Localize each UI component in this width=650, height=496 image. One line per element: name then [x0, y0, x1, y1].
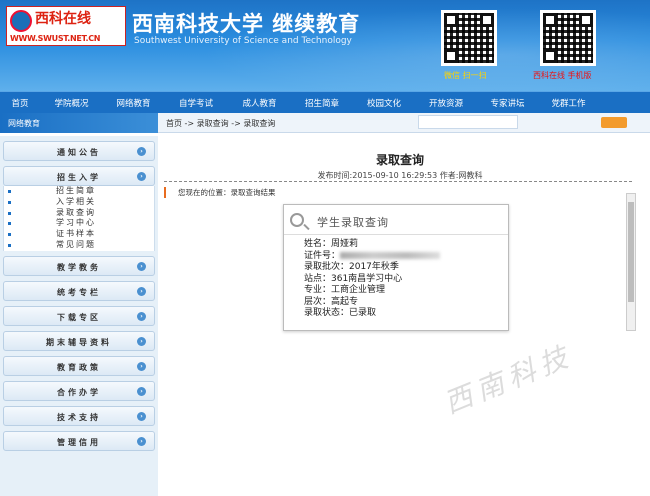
sidebar-menu-downloads[interactable]: 下载专区 ›: [3, 305, 155, 326]
nav-item-open-resources[interactable]: 开放资源: [415, 97, 477, 109]
sidebar-menu-label: 教学教务: [57, 262, 101, 272]
nav-item-adult-education[interactable]: 成人教育: [228, 97, 291, 109]
sidebar-item-label: 学习中心: [56, 218, 96, 228]
sidebar-menu-label: 通知公告: [57, 148, 101, 157]
admission-result-card: 学生录取查询 姓名：周娅莉 证件号： 录取批次：2017年秋季 站点：361南昌…: [283, 204, 509, 331]
sidebar-item-certificate-sample[interactable]: 证书样本: [4, 229, 154, 240]
bullet-icon: [8, 233, 11, 237]
site-header: 西科在线 WWW.SWUST.NET.CN 西南科技大学 继续教育 Southw…: [0, 0, 650, 91]
result-level: 层次：高起专: [304, 296, 359, 307]
chevron-right-icon: ›: [137, 147, 146, 156]
wechat-qr-code: [441, 10, 497, 66]
result-id-label: 证件号：: [304, 250, 341, 261]
result-site: 站点：361南昌学习中心: [304, 273, 403, 284]
sidebar-item-label: 录取查询: [56, 207, 96, 217]
logo-emblem-icon: [10, 10, 32, 32]
mobile-qr-code: [540, 10, 596, 66]
chevron-right-icon: ›: [137, 286, 146, 296]
sidebar-item-study-center[interactable]: 学习中心: [4, 218, 154, 229]
sidebar-item-entrance[interactable]: 入学相关: [4, 197, 154, 208]
redacted-id: [340, 251, 441, 259]
publish-info: 发布时间:2015-09-10 16:29:53 作者:网教科: [317, 171, 483, 180]
nav-item-online-education[interactable]: 网络教育: [103, 97, 164, 109]
sidebar-menu-enrollment[interactable]: 招生入学 ›: [3, 166, 155, 186]
bullet-icon: [8, 200, 11, 204]
sidebar: 通知公告 › 招生入学 › 招生简章 入学相关 录取查询 学习中心 证书样本 常见问…: [0, 136, 158, 496]
bullet-icon: [8, 243, 11, 247]
main-content: 录取查询 发布时间:2015-09-10 16:29:53 作者:网教科 您现在…: [160, 133, 640, 333]
content-scrollbar[interactable]: [626, 193, 636, 331]
logo-text: 西科在线: [35, 11, 91, 27]
sidebar-item-admission-guide[interactable]: 招生简章: [4, 186, 154, 197]
nav-item-expert-forum[interactable]: 专家讲坛: [477, 97, 538, 109]
logo-url: WWW.SWUST.NET.CN: [10, 34, 101, 43]
chevron-right-icon: ›: [137, 172, 146, 181]
chevron-right-icon: ›: [137, 261, 146, 271]
nav-item-self-study[interactable]: 自学考试: [164, 97, 228, 109]
sidebar-menu-cooperation[interactable]: 合作办学 ›: [3, 380, 155, 401]
sidebar-submenu-enrollment: 招生简章 入学相关 录取查询 学习中心 证书样本 常见问题: [3, 186, 155, 251]
sidebar-menu-label: 教育政策: [57, 362, 101, 372]
result-name: 姓名：周娅莉: [304, 239, 359, 249]
bullet-icon: [8, 211, 11, 215]
result-rows: 姓名：周娅莉 证件号： 录取批次：2017年秋季 站点：361南昌学习中心 专业…: [284, 235, 508, 320]
sidebar-menu-teaching[interactable]: 教学教务 ›: [3, 255, 155, 276]
sidebar-item-faq[interactable]: 常见问题: [4, 240, 154, 251]
sidebar-menu-label: 技术支持: [57, 412, 101, 422]
search-input[interactable]: [418, 115, 518, 129]
card-title: 学生录取查询: [317, 216, 389, 229]
sidebar-menu-label: 下载专区: [57, 312, 101, 322]
school-name-cn: 西南科技大学 继续教育: [132, 11, 361, 36]
sidebar-item-label: 入学相关: [56, 196, 96, 206]
nav-item-party-work[interactable]: 党群工作: [538, 97, 599, 109]
mobile-qr-caption: 西科在线 手机版: [533, 71, 592, 80]
sidebar-item-label: 招生简章: [56, 186, 96, 195]
search-button[interactable]: [601, 117, 627, 128]
sidebar-item-admission-query[interactable]: 录取查询: [4, 208, 154, 219]
result-status: 录取状态：已录取: [304, 308, 377, 318]
section-title: 网络教育: [0, 113, 158, 133]
sidebar-item-label: 证书样本: [56, 229, 96, 239]
sidebar-menu-education-policy[interactable]: 教育政策 ›: [3, 355, 155, 376]
scrollbar-thumb[interactable]: [628, 202, 634, 302]
chevron-right-icon: ›: [137, 411, 146, 421]
card-header: 学生录取查询: [284, 205, 508, 235]
nav-item-campus-culture[interactable]: 校园文化: [353, 97, 415, 109]
sidebar-menu-label: 合作办学: [57, 387, 101, 397]
sidebar-menu-tech-support[interactable]: 技术支持 ›: [3, 405, 155, 426]
watermark: 西南科技: [439, 338, 578, 421]
current-location: 您现在的位置：录取查询结果: [164, 187, 276, 198]
school-name-en: Southwest University of Science and Tech…: [134, 36, 352, 46]
sub-header-bar: 网络教育 首页 -> 录取查询 -> 录取查询: [0, 113, 650, 133]
sidebar-menu-exam-materials[interactable]: 期末辅导资料 ›: [3, 330, 155, 351]
result-id-row: 证件号：: [304, 251, 508, 263]
chevron-right-icon: ›: [137, 386, 146, 396]
bullet-icon: [8, 190, 11, 193]
nav-item-admissions[interactable]: 招生简章: [291, 97, 353, 109]
sidebar-item-label: 常见问题: [56, 239, 96, 249]
sidebar-menu-label: 招生入学: [57, 173, 101, 182]
sidebar-menu-notices[interactable]: 通知公告 ›: [3, 141, 155, 161]
divider: [164, 181, 632, 182]
sidebar-menu-label: 统考专栏: [57, 287, 101, 297]
chevron-right-icon: ›: [137, 361, 146, 371]
sidebar-menu-label: 管理信用: [57, 437, 101, 447]
site-logo[interactable]: 西科在线 WWW.SWUST.NET.CN: [6, 6, 126, 46]
bullet-icon: [8, 222, 11, 226]
sidebar-menu-label: 期末辅导资料: [46, 337, 112, 347]
wechat-qr-caption: 微信 扫一扫: [444, 71, 487, 80]
search-icon: [290, 213, 304, 227]
chevron-right-icon: ›: [137, 436, 146, 446]
nav-item-about[interactable]: 学院概况: [40, 97, 103, 109]
result-batch: 录取批次：2017年秋季: [304, 262, 399, 272]
breadcrumb: 首页 -> 录取查询 -> 录取查询: [166, 119, 276, 128]
sidebar-menu-unified-exam[interactable]: 统考专栏 ›: [3, 280, 155, 301]
chevron-right-icon: ›: [137, 311, 146, 321]
sidebar-menu-management[interactable]: 管理信用 ›: [3, 430, 155, 451]
nav-item-home[interactable]: 首页: [0, 97, 40, 109]
result-major: 专业：工商企业管理: [304, 285, 386, 295]
page-title: 录取查询: [375, 153, 424, 167]
main-nav: 首页 学院概况 网络教育 自学考试 成人教育 招生简章 校园文化 开放资源 专家…: [0, 91, 650, 113]
chevron-right-icon: ›: [137, 336, 146, 346]
